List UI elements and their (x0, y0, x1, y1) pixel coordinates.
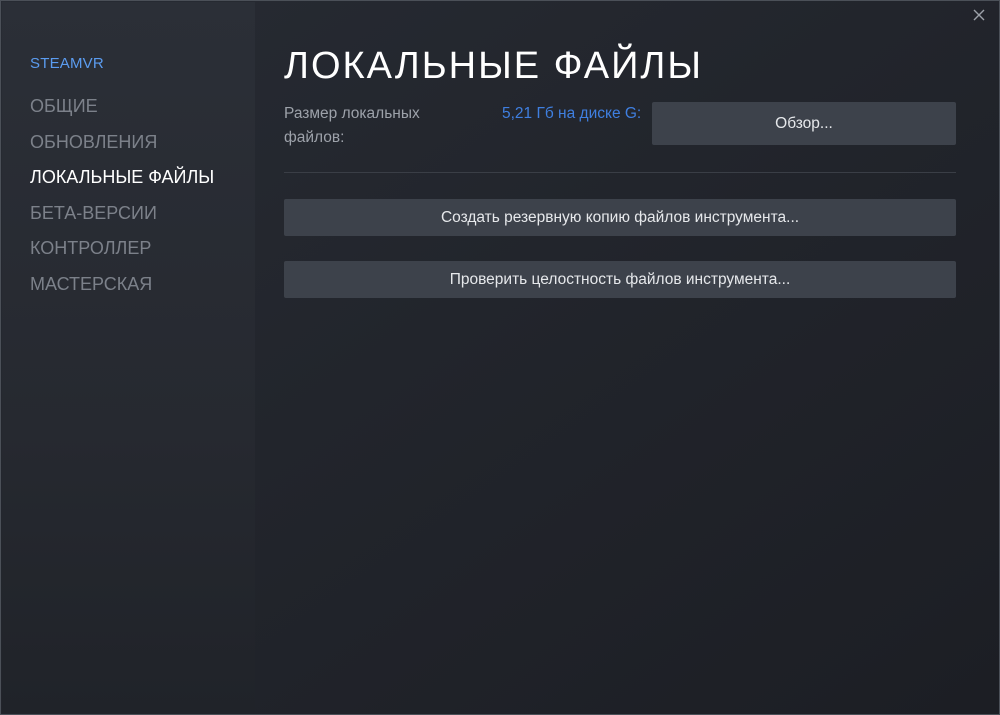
close-button[interactable] (969, 7, 989, 27)
sidebar-nav: ОБЩИЕ ОБНОВЛЕНИЯ ЛОКАЛЬНЫЕ ФАЙЛЫ БЕТА-ВЕ… (30, 95, 214, 309)
app-name: STEAMVR (30, 55, 104, 72)
sidebar-item-local-files[interactable]: ЛОКАЛЬНЫЕ ФАЙЛЫ (30, 166, 214, 202)
verify-integrity-button[interactable]: Проверить целостность файлов инструмента… (284, 261, 956, 298)
sidebar-item-workshop[interactable]: МАСТЕРСКАЯ (30, 273, 214, 309)
backup-files-button[interactable]: Создать резервную копию файлов инструмен… (284, 199, 956, 236)
local-files-size-label: Размер локальных файлов: (284, 105, 420, 146)
browse-button[interactable]: Обзор... (652, 102, 956, 145)
sidebar: STEAMVR ОБЩИЕ ОБНОВЛЕНИЯ ЛОКАЛЬНЫЕ ФАЙЛЫ… (2, 2, 255, 713)
divider (284, 172, 956, 173)
sidebar-item-general[interactable]: ОБЩИЕ (30, 95, 214, 131)
main-content: ЛОКАЛЬНЫЕ ФАЙЛЫ Размер локальных файлов:… (284, 1, 956, 714)
close-icon (973, 8, 985, 26)
sidebar-item-updates[interactable]: ОБНОВЛЕНИЯ (30, 131, 214, 167)
page-title: ЛОКАЛЬНЫЕ ФАЙЛЫ (284, 45, 703, 87)
local-files-size-value: 5,21 Гб на диске G: (502, 105, 642, 122)
properties-window: STEAMVR ОБЩИЕ ОБНОВЛЕНИЯ ЛОКАЛЬНЫЕ ФАЙЛЫ… (0, 0, 1000, 715)
sidebar-item-betas[interactable]: БЕТА-ВЕРСИИ (30, 202, 214, 238)
sidebar-item-controller[interactable]: КОНТРОЛЛЕР (30, 237, 214, 273)
